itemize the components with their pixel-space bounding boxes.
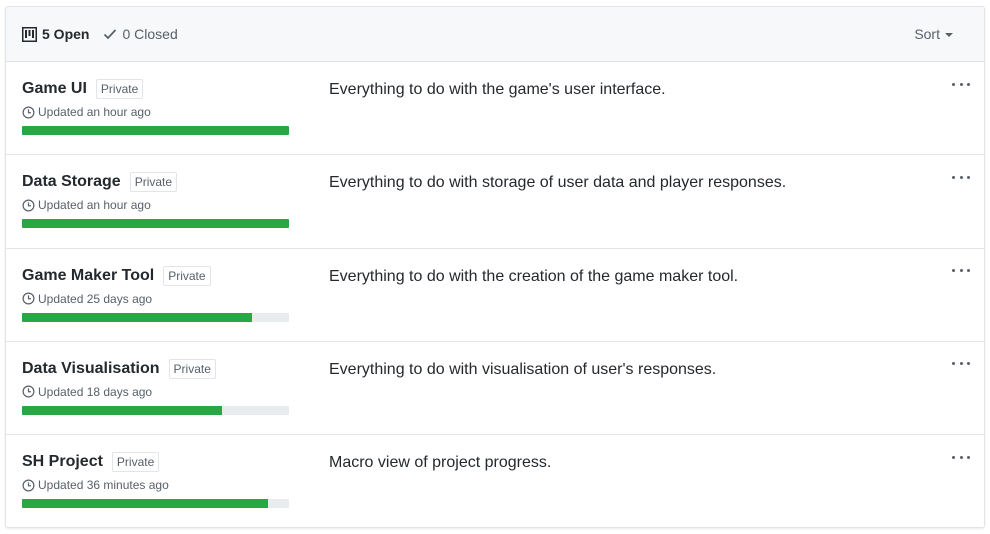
progress-fill [22, 499, 268, 509]
projects-header: 5 Open 0 Closed Sort [6, 7, 984, 62]
project-row: Game UI Private Updated an hour ago Ever… [6, 62, 984, 156]
clock-icon [22, 106, 35, 118]
more-options-button[interactable] [952, 265, 970, 277]
project-row: Data Visualisation Private Updated 18 da… [6, 342, 984, 436]
more-options-button[interactable] [952, 451, 970, 463]
progress-bar [22, 312, 289, 322]
dot-icon [967, 175, 970, 179]
closed-filter[interactable]: 0 Closed [103, 26, 178, 42]
project-name-link[interactable]: Game Maker Tool [22, 267, 154, 285]
clock-icon [22, 479, 35, 492]
visibility-badge: Private [168, 358, 216, 379]
project-description: Everything to do with storage of user da… [329, 174, 787, 192]
more-options-button[interactable] [952, 78, 970, 90]
progress-bar [22, 219, 289, 229]
dot-icon [967, 269, 970, 273]
more-options-button[interactable] [952, 171, 970, 183]
project-description: Everything to do with the game's user in… [329, 81, 666, 98]
visibility-badge: Private [163, 265, 211, 286]
dot-icon [959, 269, 963, 273]
project-row: SH Project Private Updated 36 minutes ag… [6, 435, 984, 527]
open-filter[interactable]: 5 Open [22, 26, 89, 42]
clock-icon [22, 292, 35, 305]
progress-fill [22, 405, 223, 415]
more-options-button[interactable] [952, 358, 970, 370]
updated-text: Updated 18 days ago [38, 384, 153, 399]
project-name-link[interactable]: Game UI [22, 80, 87, 98]
dot-icon [952, 175, 955, 179]
updated-text: Updated an hour ago [38, 105, 151, 119]
project-description: Everything to do with visualisation of u… [329, 360, 717, 378]
dot-icon [952, 269, 955, 273]
visibility-badge: Private [95, 79, 144, 99]
clock-icon [22, 199, 35, 212]
closed-count-label: 0 Closed [122, 26, 178, 42]
open-count-label: 5 Open [42, 26, 90, 42]
project-name-link[interactable]: SH Project [22, 453, 103, 471]
dot-icon [959, 455, 963, 459]
updated-text: Updated an hour ago [38, 198, 151, 213]
dot-icon [959, 82, 963, 86]
projects-list: 5 Open 0 Closed Sort Game UI Private Upd… [5, 6, 985, 528]
dot-icon [959, 362, 963, 366]
project-name-link[interactable]: Data Storage [22, 173, 121, 191]
sort-dropdown[interactable]: Sort [914, 26, 953, 42]
updated-text: Updated 25 days ago [38, 291, 153, 306]
dot-icon [952, 362, 955, 366]
progress-fill [22, 312, 252, 322]
project-row: Game Maker Tool Private Updated 25 days … [6, 249, 984, 342]
progress-bar [22, 126, 289, 135]
project-board-icon [22, 26, 37, 42]
dot-icon [959, 175, 963, 179]
dot-icon [967, 362, 970, 366]
clock-icon [22, 385, 35, 398]
dot-icon [967, 455, 970, 459]
progress-bar [22, 405, 289, 415]
progress-fill [22, 219, 289, 229]
dot-icon [952, 82, 955, 86]
updated-text: Updated 36 minutes ago [38, 478, 169, 493]
caret-down-icon [945, 33, 953, 37]
project-row: Data Storage Private Updated an hour ago… [6, 155, 984, 249]
visibility-badge: Private [129, 172, 178, 193]
dot-icon [967, 82, 970, 86]
sort-label: Sort [914, 26, 940, 42]
progress-fill [22, 126, 289, 135]
progress-bar [22, 499, 289, 509]
project-description: Macro view of project progress. [329, 454, 552, 472]
check-icon [104, 29, 117, 40]
visibility-badge: Private [111, 452, 160, 473]
project-description: Everything to do with the creation of th… [329, 267, 739, 285]
project-name-link[interactable]: Data Visualisation [22, 360, 160, 378]
dot-icon [952, 455, 955, 459]
